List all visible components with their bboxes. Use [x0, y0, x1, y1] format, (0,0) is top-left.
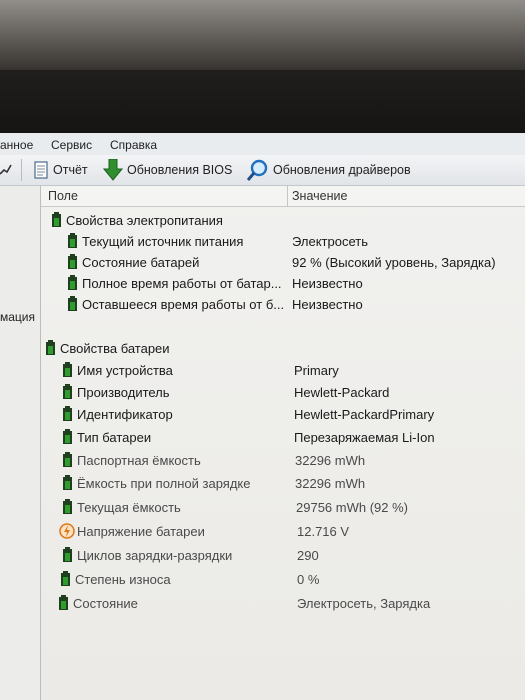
- battery-icon: [63, 429, 72, 444]
- row-value: 32296 mWh: [295, 453, 366, 468]
- row-field: Состояние батарей: [82, 255, 200, 270]
- download-arrow-icon: [103, 159, 123, 181]
- row-field: Идентификатор: [77, 407, 173, 422]
- column-divider[interactable]: [287, 186, 288, 206]
- table-row[interactable]: Идентификатор Hewlett-PackardPrimary: [41, 404, 525, 425]
- properties-table: Поле Значение Свойства электропитания Те…: [41, 186, 525, 700]
- battery-icon: [68, 233, 77, 248]
- graph-icon[interactable]: [0, 160, 16, 180]
- driver-update-button[interactable]: Обновления драйверов: [247, 159, 411, 181]
- row-field: Полное время работы от батар...: [82, 276, 282, 291]
- row-field: Текущий источник питания: [82, 234, 244, 249]
- group-title: Свойства батареи: [60, 341, 170, 356]
- group-header-power-properties[interactable]: Свойства электропитания: [41, 210, 525, 231]
- row-value: Электросеть: [292, 234, 369, 249]
- row-field: Текущая ёмкость: [77, 500, 181, 515]
- menu-bar: анное Сервис Справка: [0, 133, 525, 155]
- table-row[interactable]: Напряжение батареи 12.716 V: [41, 521, 525, 542]
- row-value: 29756 mWh (92 %): [296, 500, 408, 515]
- laptop-lid-edge: [0, 0, 525, 70]
- screen: анное Сервис Справка Отчёт Обновления BI…: [0, 133, 525, 700]
- row-value: Hewlett-Packard: [294, 385, 390, 400]
- row-value: 0 %: [297, 572, 320, 587]
- table-row[interactable]: Полное время работы от батар... Неизвест…: [41, 273, 525, 294]
- row-value: Неизвестно: [292, 276, 363, 291]
- battery-icon: [63, 362, 72, 377]
- table-row[interactable]: Состояние Электросеть, Зарядка: [41, 593, 525, 614]
- battery-icon: [68, 254, 77, 269]
- row-value: Электросеть, Зарядка: [297, 596, 431, 611]
- row-field: Производитель: [77, 385, 170, 400]
- bios-update-label: Обновления BIOS: [127, 163, 233, 177]
- row-value: 290: [297, 548, 319, 563]
- left-nav-panel[interactable]: мация: [0, 186, 41, 700]
- table-row[interactable]: Производитель Hewlett-Packard: [41, 382, 525, 403]
- table-row[interactable]: Тип батареи Перезаряжаемая Li-Ion: [41, 427, 525, 448]
- row-value: Перезаряжаемая Li-Ion: [294, 430, 435, 445]
- column-header-value[interactable]: Значение: [292, 189, 347, 203]
- table-row[interactable]: Циклов зарядки-разрядки 290: [41, 545, 525, 566]
- table-row[interactable]: Текущий источник питания Электросеть: [41, 231, 525, 252]
- report-label: Отчёт: [53, 163, 88, 177]
- column-header-field[interactable]: Поле: [48, 189, 78, 203]
- row-field: Тип батареи: [77, 430, 152, 445]
- table-row[interactable]: Состояние батарей 92 % (Высокий уровень,…: [41, 252, 525, 273]
- battery-icon: [63, 384, 72, 399]
- menu-item-help[interactable]: Справка: [110, 138, 157, 152]
- row-value: Hewlett-PackardPrimary: [294, 407, 435, 422]
- row-field: Циклов зарядки-разрядки: [77, 548, 233, 563]
- row-field: Напряжение батареи: [77, 524, 205, 539]
- battery-icon: [52, 212, 61, 227]
- magnifier-icon: [247, 159, 268, 181]
- battery-icon: [68, 296, 77, 311]
- table-row[interactable]: Текущая ёмкость 29756 mWh (92 %): [41, 497, 525, 518]
- table-row[interactable]: Степень износа 0 %: [41, 569, 525, 590]
- voltage-icon: [59, 523, 75, 539]
- nav-item-fragment[interactable]: мация: [0, 310, 35, 324]
- row-field: Паспортная ёмкость: [77, 453, 201, 468]
- row-value: 92 % (Высокий уровень, Зарядка): [292, 255, 496, 270]
- driver-update-label: Обновления драйверов: [273, 163, 411, 177]
- bios-update-button[interactable]: Обновления BIOS: [103, 159, 233, 181]
- menu-item-view[interactable]: анное: [0, 138, 33, 152]
- toolbar-separator: [21, 159, 22, 181]
- table-row[interactable]: Имя устройства Primary: [41, 360, 525, 381]
- table-row[interactable]: Ёмкость при полной зарядке 32296 mWh: [41, 473, 525, 494]
- row-value: 12.716 V: [297, 524, 350, 539]
- menu-item-service[interactable]: Сервис: [51, 138, 92, 152]
- row-value: Неизвестно: [292, 297, 363, 312]
- battery-icon: [46, 340, 55, 355]
- row-field: Оставшееся время работы от б...: [82, 297, 285, 312]
- table-header: Поле Значение: [41, 186, 525, 207]
- row-field: Ёмкость при полной зарядке: [77, 476, 251, 491]
- battery-icon: [61, 571, 70, 586]
- battery-icon: [63, 499, 72, 514]
- row-field: Состояние: [73, 596, 138, 611]
- row-value: 32296 mWh: [295, 476, 366, 491]
- battery-icon: [63, 475, 72, 490]
- toolbar: Отчёт Обновления BIOS Обновления драйвер…: [0, 155, 525, 186]
- battery-icon: [59, 595, 68, 610]
- report-button[interactable]: Отчёт: [34, 160, 88, 180]
- group-title: Свойства электропитания: [66, 213, 223, 228]
- battery-icon: [63, 452, 72, 467]
- row-field: Степень износа: [75, 572, 171, 587]
- battery-icon: [63, 547, 72, 562]
- report-icon: [34, 161, 48, 179]
- row-value: Primary: [294, 363, 339, 378]
- battery-icon: [68, 275, 77, 290]
- group-header-battery-properties[interactable]: Свойства батареи: [41, 338, 525, 359]
- table-row[interactable]: Оставшееся время работы от б... Неизвест…: [41, 294, 525, 315]
- battery-icon: [63, 406, 72, 421]
- table-row[interactable]: Паспортная ёмкость 32296 mWh: [41, 450, 525, 471]
- row-field: Имя устройства: [77, 363, 173, 378]
